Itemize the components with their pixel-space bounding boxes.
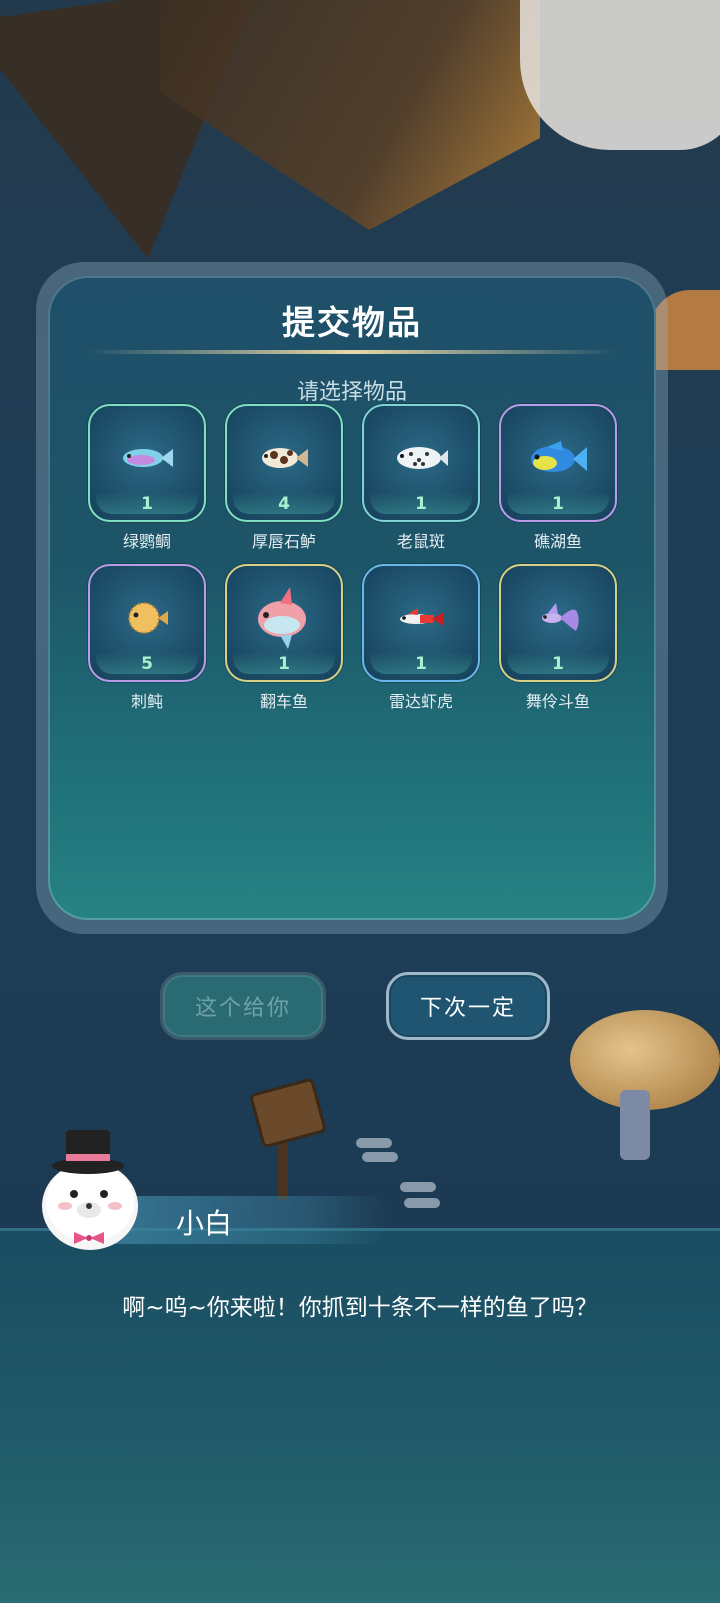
item-tile[interactable]: 1 (225, 564, 343, 682)
item-slot[interactable]: 1 老鼠斑 (362, 404, 480, 552)
submit-items-panel: 提交物品 请选择物品 1 绿鹦鲷 4 厚唇石鲈 1 老鼠斑 1 礁湖鱼 5 刺鲀… (36, 262, 668, 934)
item-tile[interactable]: 1 (499, 404, 617, 522)
item-name: 老鼠斑 (396, 532, 445, 551)
mouse-grouper-icon (397, 447, 448, 470)
sunfish-icon (258, 587, 306, 650)
item-name: 厚唇石鲈 (251, 532, 316, 551)
item-slot[interactable]: 1 舞伶斗鱼 (499, 564, 617, 712)
background-brick (404, 1198, 440, 1208)
item-count: 1 (552, 494, 564, 514)
background-brick (362, 1152, 398, 1162)
item-count: 1 (415, 654, 427, 674)
item-tile[interactable]: 5 (88, 564, 206, 682)
item-slot[interactable]: 1 翻车鱼 (225, 564, 343, 712)
betta-fish-icon (542, 603, 579, 632)
speaker-name-ribbon (110, 1196, 390, 1244)
item-tile[interactable]: 1 (499, 564, 617, 682)
pufferfish-icon (128, 602, 168, 635)
item-tile[interactable]: 1 (88, 404, 206, 522)
background-brick (356, 1138, 392, 1148)
item-name: 礁湖鱼 (533, 532, 582, 551)
dialog-text: 啊~呜~你来啦！你抓到十条不一样的鱼了吗？ (122, 1295, 598, 1321)
sweetlips-fish-icon (262, 448, 308, 469)
item-slot[interactable]: 5 刺鲀 (88, 564, 206, 712)
item-count: 5 (141, 654, 153, 674)
panel-subtitle: 请选择物品 (296, 380, 407, 405)
give-item-button[interactable]: 这个给你 (160, 972, 326, 1040)
green-parrotfish-icon (123, 449, 173, 468)
item-count: 1 (552, 654, 564, 674)
item-slot[interactable]: 1 雷达虾虎 (362, 564, 480, 712)
background-tree-trunk (620, 1090, 650, 1160)
dialog-box[interactable] (0, 1228, 720, 1603)
item-name: 翻车鱼 (259, 692, 308, 711)
background-cream-cloud (520, 0, 720, 150)
signpost-board (248, 1077, 328, 1149)
panel-title: 提交物品 (282, 303, 422, 342)
item-slot[interactable]: 1 礁湖鱼 (499, 404, 617, 552)
speaker-name: 小白 (176, 1207, 233, 1240)
item-tile[interactable]: 1 (362, 564, 480, 682)
goby-fish-icon (400, 608, 444, 627)
seal-character-avatar (42, 1130, 138, 1250)
item-slot[interactable]: 4 厚唇石鲈 (225, 404, 343, 552)
background-brick (400, 1182, 436, 1192)
item-grid: 1 绿鹦鲷 4 厚唇石鲈 1 老鼠斑 1 礁湖鱼 5 刺鲀 1 翻车鱼 1 雷达… (88, 404, 624, 712)
item-count: 4 (278, 494, 290, 514)
item-count: 1 (278, 654, 290, 674)
title-divider (88, 350, 616, 354)
item-name: 刺鲀 (130, 692, 163, 711)
panel-body: 提交物品 请选择物品 1 绿鹦鲷 4 厚唇石鲈 1 老鼠斑 1 礁湖鱼 5 刺鲀… (48, 276, 656, 920)
item-name: 舞伶斗鱼 (525, 692, 590, 711)
item-name: 绿鹦鲷 (122, 532, 171, 551)
lagoon-fish-icon (531, 441, 587, 473)
item-tile[interactable]: 1 (362, 404, 480, 522)
item-tile[interactable]: 4 (225, 404, 343, 522)
item-slot[interactable]: 1 绿鹦鲷 (88, 404, 206, 552)
item-count: 1 (141, 494, 153, 514)
item-count: 1 (415, 494, 427, 514)
item-name: 雷达虾虎 (388, 692, 453, 711)
next-time-button[interactable]: 下次一定 (386, 972, 550, 1040)
